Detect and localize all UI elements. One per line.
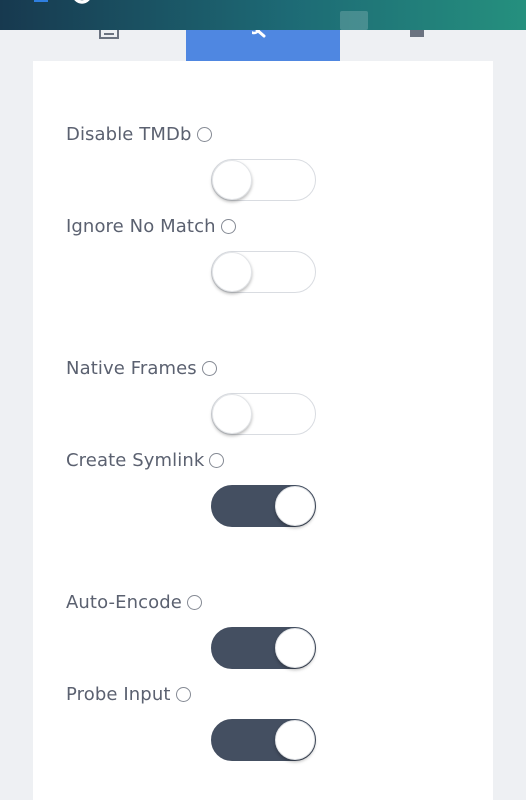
disable-tmdb-toggle[interactable] — [211, 159, 316, 201]
tab-search[interactable] — [186, 30, 340, 61]
toggle-knob — [275, 486, 315, 526]
square-icon — [410, 30, 424, 37]
setting-native-frames: Native Frames — [66, 357, 466, 435]
search-icon — [252, 30, 266, 38]
toggle-knob — [212, 160, 252, 200]
tab-other[interactable] — [340, 30, 494, 61]
native-frames-toggle[interactable] — [211, 393, 316, 435]
setting-auto-encode: Auto-Encode — [66, 591, 466, 669]
logo — [34, 0, 90, 4]
settings-panel: Disable TMDb Ignore No Match Native Fram… — [33, 61, 493, 800]
setting-label: Auto-Encode — [66, 591, 182, 613]
image-icon — [99, 30, 119, 39]
toggle-knob — [275, 628, 315, 668]
setting-disable-tmdb: Disable TMDb — [66, 123, 466, 201]
info-icon[interactable] — [201, 360, 217, 376]
info-icon[interactable] — [209, 452, 225, 468]
toggle-knob — [275, 720, 315, 760]
setting-ignore-no-match: Ignore No Match — [66, 215, 466, 293]
tab-bar — [32, 30, 494, 61]
top-banner — [0, 0, 526, 30]
tab-media[interactable] — [32, 30, 186, 61]
info-icon[interactable] — [186, 594, 202, 610]
toggle-knob — [212, 252, 252, 292]
setting-label: Ignore No Match — [66, 215, 216, 237]
ignore-no-match-toggle[interactable] — [211, 251, 316, 293]
setting-probe-input: Probe Input — [66, 683, 466, 761]
info-icon[interactable] — [196, 126, 212, 142]
toggle-knob — [212, 394, 252, 434]
setting-label: Create Symlink — [66, 449, 205, 471]
info-icon[interactable] — [220, 218, 236, 234]
info-icon[interactable] — [175, 686, 191, 702]
probe-input-toggle[interactable] — [211, 719, 316, 761]
setting-label: Probe Input — [66, 683, 171, 705]
setting-create-symlink: Create Symlink — [66, 449, 466, 527]
setting-label: Disable TMDb — [66, 123, 192, 145]
create-symlink-toggle[interactable] — [211, 485, 316, 527]
window-control[interactable] — [340, 11, 368, 30]
setting-label: Native Frames — [66, 357, 197, 379]
auto-encode-toggle[interactable] — [211, 627, 316, 669]
